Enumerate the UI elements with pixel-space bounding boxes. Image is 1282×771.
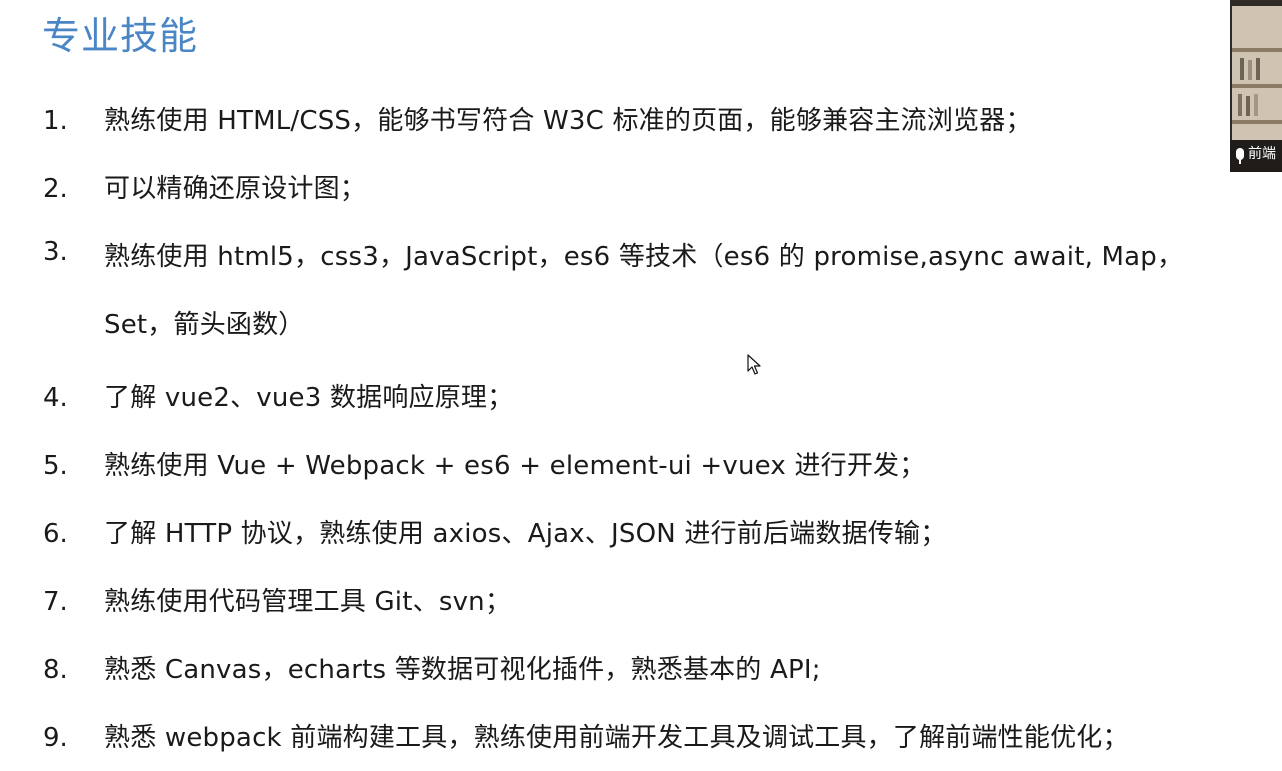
list-item-text: 熟悉 Canvas，echarts 等数据可视化插件，熟悉基本的 API; <box>104 655 821 685</box>
list-item: 4. 了解 vue2、vue3 数据响应原理； <box>0 369 1230 427</box>
list-item-number: 8. <box>43 655 68 685</box>
list-item: 5. 熟练使用 Vue + Webpack + es6 + element-ui… <box>0 437 1230 495</box>
microphone-stand <box>1239 160 1241 164</box>
list-item-number: 7. <box>43 587 68 617</box>
list-item-text: 熟练使用代码管理工具 Git、svn； <box>104 587 512 617</box>
list-item-text: 熟练使用 Vue + Webpack + es6 + element-ui +v… <box>104 451 926 481</box>
list-item: 1. 熟练使用 HTML/CSS，能够书写符合 W3C 标准的页面，能够兼容主流… <box>0 92 1230 150</box>
list-item: 8. 熟悉 Canvas，echarts 等数据可视化插件，熟悉基本的 API; <box>0 641 1230 699</box>
shelf-divider <box>1232 120 1282 124</box>
mouse-pointer-icon <box>747 354 761 375</box>
book-spine <box>1254 94 1258 116</box>
microphone-icon[interactable] <box>1236 148 1244 160</box>
list-item-number: 3. <box>43 237 68 267</box>
webcam-thumbnail[interactable]: 前端 <box>1230 0 1282 172</box>
list-item-number: 6. <box>43 519 68 549</box>
list-item: 3. 熟练使用 html5，css3，JavaScript，es6 等技术（es… <box>0 223 1230 359</box>
list-item: 7. 熟练使用代码管理工具 Git、svn； <box>0 573 1230 631</box>
list-item: 2. 可以精确还原设计图； <box>0 160 1230 218</box>
list-item-number: 2. <box>43 174 68 204</box>
list-item-number: 9. <box>43 723 68 753</box>
list-item-number: 5. <box>43 451 68 481</box>
list-item-number: 4. <box>43 383 68 413</box>
list-item-text: 熟练使用 html5，css3，JavaScript，es6 等技术（es6 的… <box>104 242 1184 340</box>
shelf-divider <box>1232 84 1282 88</box>
shelf-divider <box>1232 48 1282 52</box>
list-item-text: 了解 vue2、vue3 数据响应原理； <box>104 383 514 413</box>
book-spine <box>1238 94 1242 116</box>
skill-list: 1. 熟练使用 HTML/CSS，能够书写符合 W3C 标准的页面，能够兼容主流… <box>0 92 1230 771</box>
list-item-text: 可以精确还原设计图； <box>104 174 367 204</box>
list-item: 9. 熟悉 webpack 前端构建工具，熟练使用前端开发工具及调试工具，了解前… <box>0 709 1230 767</box>
book-spine <box>1246 96 1250 116</box>
list-item-number: 1. <box>43 106 68 136</box>
list-item-text: 熟练使用 HTML/CSS，能够书写符合 W3C 标准的页面，能够兼容主流浏览器… <box>104 106 1032 136</box>
list-item: 6. 了解 HTTP 协议，熟练使用 axios、Ajax、JSON 进行前后端… <box>0 505 1230 563</box>
book-spine <box>1240 58 1244 80</box>
book-spine <box>1248 60 1252 80</box>
book-spine <box>1256 58 1260 80</box>
webcam-name-bar: 前端 <box>1230 140 1282 172</box>
list-item-text: 熟悉 webpack 前端构建工具，熟练使用前端开发工具及调试工具，了解前端性能… <box>104 723 1129 753</box>
slide-page: 专业技能 1. 熟练使用 HTML/CSS，能够书写符合 W3C 标准的页面，能… <box>0 0 1282 771</box>
list-item-text: 了解 HTTP 协议，熟练使用 axios、Ajax、JSON 进行前后端数据传… <box>104 519 947 549</box>
page-title: 专业技能 <box>42 14 199 58</box>
webcam-name-label: 前端 <box>1248 146 1276 162</box>
